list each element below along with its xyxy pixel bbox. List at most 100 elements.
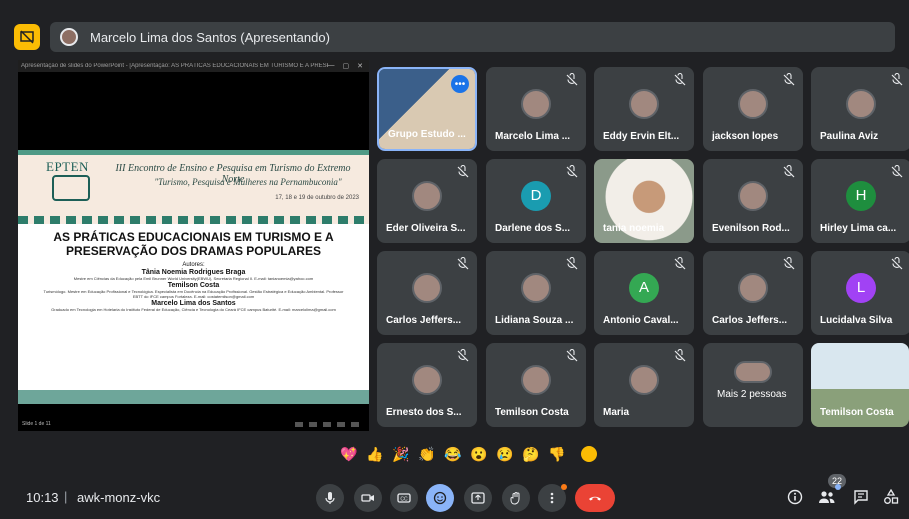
mic-off-icon xyxy=(673,348,687,363)
leave-call-button[interactable] xyxy=(575,484,615,512)
participant-tile[interactable]: jackson lopes xyxy=(703,67,803,151)
mic-off-icon xyxy=(565,348,579,363)
participant-tile[interactable]: Carlos Jeffers... xyxy=(703,251,803,335)
participant-avatar xyxy=(738,272,768,303)
participant-tile[interactable]: H Hirley Lima ca... xyxy=(811,159,909,243)
emoji-reactions-button[interactable] xyxy=(426,484,454,512)
slide-event-subtitle: "Turismo, Pesquisa e Mulheres na Pernamb… xyxy=(154,177,342,187)
activities-button[interactable] xyxy=(880,486,902,508)
participants-notification-dot xyxy=(835,484,841,490)
info-icon xyxy=(787,489,803,505)
chat-icon xyxy=(854,490,868,505)
chat-button[interactable] xyxy=(850,486,872,508)
mic-off-icon xyxy=(890,164,904,179)
slide-event-date: 17, 18 e 19 de outubro de 2023 xyxy=(275,195,359,201)
participant-name: Temilson Costa xyxy=(495,407,569,418)
participant-avatar xyxy=(412,272,442,303)
reaction-emoji[interactable]: 😮 xyxy=(469,444,489,464)
participant-avatar xyxy=(412,364,442,395)
participant-name: Darlene dos S... xyxy=(495,223,571,234)
microphone-icon xyxy=(325,492,335,504)
participant-tile[interactable]: ••• Grupo Estudo ... xyxy=(377,67,477,151)
participant-tile[interactable]: D Darlene dos S... xyxy=(486,159,586,243)
mic-off-icon xyxy=(782,256,796,271)
participant-tile[interactable]: Eder Oliveira S... xyxy=(377,159,477,243)
slide-page-indicator: Slide 1 de 11 xyxy=(22,421,51,427)
present-screen-button[interactable] xyxy=(464,484,492,512)
slide-title-line2: PRESERVAÇÃO DOS DRAMAS POPULARES xyxy=(66,244,321,258)
emoji-icon xyxy=(433,491,447,505)
participant-name: Carlos Jeffers... xyxy=(712,315,788,326)
meeting-code: awk-monz-vkc xyxy=(77,490,161,505)
slide-control-button[interactable] xyxy=(309,422,317,427)
stop-presenting-icon[interactable] xyxy=(14,24,40,50)
slide-control-button[interactable] xyxy=(323,422,331,427)
reaction-emoji[interactable]: 🤔 xyxy=(521,444,541,464)
participant-tile[interactable]: Lidiana Souza ... xyxy=(486,251,586,335)
participant-tile[interactable]: Temilson Costa xyxy=(811,343,909,427)
participant-tile[interactable]: Marcelo Lima ... xyxy=(486,67,586,151)
participant-name: Paulina Aviz xyxy=(820,131,879,142)
participant-name: Temilson Costa xyxy=(820,407,894,418)
participant-tile[interactable]: Temilson Costa xyxy=(486,343,586,427)
mic-off-icon xyxy=(565,256,579,271)
maximize-icon: ▢ xyxy=(342,63,350,70)
shared-screen[interactable]: Apresentação de slides do PowerPoint - [… xyxy=(18,60,369,431)
participant-tile[interactable]: Carlos Jeffers... xyxy=(377,251,477,335)
reaction-emoji[interactable]: 👍 xyxy=(365,444,385,464)
slide-logo-text: EPTEN xyxy=(46,159,89,174)
camera-button[interactable] xyxy=(354,484,382,512)
participant-avatar xyxy=(629,364,659,395)
microphone-button[interactable] xyxy=(316,484,344,512)
participant-tile[interactable]: Eddy Ervin Elt... xyxy=(594,67,694,151)
participant-tile[interactable]: Evenilson Rod... xyxy=(703,159,803,243)
reaction-emoji[interactable]: 😢 xyxy=(495,444,515,464)
reaction-emoji[interactable]: 👎 xyxy=(547,444,567,464)
slide-logo-icon xyxy=(52,175,90,201)
reactions-bar: 💖 👍 🎉 👏 😂 😮 😢 🤔 👎 xyxy=(339,444,597,464)
skin-tone-icon[interactable] xyxy=(581,446,597,462)
participant-avatar xyxy=(738,88,768,119)
slide-control-button[interactable] xyxy=(295,422,303,427)
raise-hand-button[interactable] xyxy=(502,484,530,512)
slide-author-2: Temilson Costa xyxy=(167,282,220,289)
participant-tile[interactable]: Paulina Aviz xyxy=(811,67,909,151)
slide-author-1: Tânia Noemia Rodrigues Braga xyxy=(141,269,246,276)
reaction-emoji[interactable]: 😂 xyxy=(443,444,463,464)
hang-up-icon xyxy=(589,496,601,501)
presentation-slide: EPTEN III Encontro de Ensino e Pesquisa … xyxy=(18,150,369,404)
slide-control-button[interactable] xyxy=(351,422,359,427)
presenter-label: Marcelo Lima dos Santos (Apresentando) xyxy=(90,29,330,45)
mic-off-icon xyxy=(456,164,470,179)
participant-name: tania noemia xyxy=(603,223,665,234)
participant-tile[interactable]: Maria xyxy=(594,343,694,427)
participant-tile[interactable]: Ernesto dos S... xyxy=(377,343,477,427)
slide-control-button[interactable] xyxy=(337,422,345,427)
slide-footer xyxy=(18,390,369,404)
reaction-emoji[interactable]: 🎉 xyxy=(391,444,411,464)
captions-button[interactable]: CC xyxy=(390,484,418,512)
slide-authors-label: Autores: xyxy=(182,262,205,268)
reaction-emoji[interactable]: 💖 xyxy=(339,444,359,464)
participant-tile[interactable]: A Antonio Caval... xyxy=(594,251,694,335)
reaction-emoji[interactable]: 👏 xyxy=(417,444,437,464)
meeting-details-button[interactable] xyxy=(784,486,806,508)
mic-off-icon xyxy=(456,256,470,271)
slide-view-controls xyxy=(295,422,359,427)
meeting-clock: 10:13 xyxy=(26,490,59,505)
participant-name: Ernesto dos S... xyxy=(386,407,462,418)
presenter-banner[interactable]: Marcelo Lima dos Santos (Apresentando) xyxy=(50,22,895,52)
hand-icon xyxy=(510,492,520,505)
participant-avatar: H xyxy=(846,180,876,211)
participants-button[interactable] xyxy=(816,486,838,508)
participant-name: Lucidalva Silva xyxy=(820,315,893,326)
activities-icon xyxy=(884,489,899,504)
participant-tile[interactable]: Mais 2 pessoas xyxy=(703,343,803,427)
mic-off-icon xyxy=(782,72,796,87)
slide-author-3-desc: Graduado em Tecnologia em Hotelaria do I… xyxy=(51,307,336,312)
participant-tile[interactable]: L Lucidalva Silva xyxy=(811,251,909,335)
mic-off-icon xyxy=(673,256,687,271)
participant-avatar xyxy=(521,88,551,119)
slide-header: EPTEN III Encontro de Ensino e Pesquisa … xyxy=(18,150,369,216)
participant-tile[interactable]: tania noemia xyxy=(594,159,694,243)
